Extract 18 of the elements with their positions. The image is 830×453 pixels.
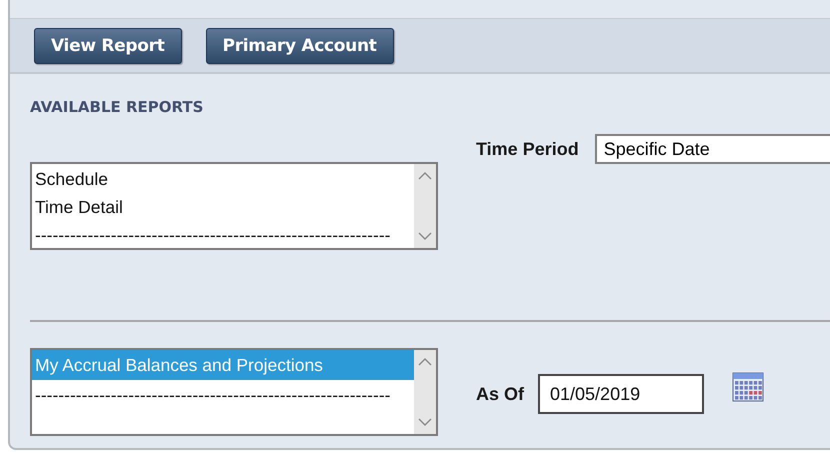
toolbar-button[interactable]: Primary Account bbox=[206, 28, 394, 64]
chevron-down-icon[interactable] bbox=[418, 418, 432, 426]
list-item[interactable]: ------------------------------------------------------------- bbox=[32, 220, 414, 248]
list-item[interactable]: Schedule bbox=[32, 164, 414, 192]
report-listbox[interactable]: Schedule Time Detail ------------------------------------------------------------- bbox=[30, 162, 438, 250]
list-item[interactable]: ------------------------------------------------------------- bbox=[32, 380, 414, 410]
report-listbox[interactable]: My Accrual Balances and Projections ------------------------------------------------------------- bbox=[30, 348, 438, 436]
list-item[interactable]: Time Detail bbox=[32, 192, 414, 220]
field-label: Time Period bbox=[476, 138, 579, 160]
calendar-icon[interactable] bbox=[732, 372, 764, 402]
chevron-down-icon[interactable] bbox=[418, 232, 432, 240]
time-period-select[interactable]: Specific Date bbox=[594, 134, 830, 164]
field-label: As Of bbox=[476, 384, 524, 404]
chevron-up-icon[interactable] bbox=[418, 172, 432, 180]
toolbar-button[interactable]: View Report bbox=[34, 28, 182, 64]
chevron-up-icon[interactable] bbox=[418, 358, 432, 366]
section-heading: AVAILABLE REPORTS bbox=[30, 98, 204, 116]
date-field[interactable]: 01/05/2019 bbox=[538, 374, 704, 414]
